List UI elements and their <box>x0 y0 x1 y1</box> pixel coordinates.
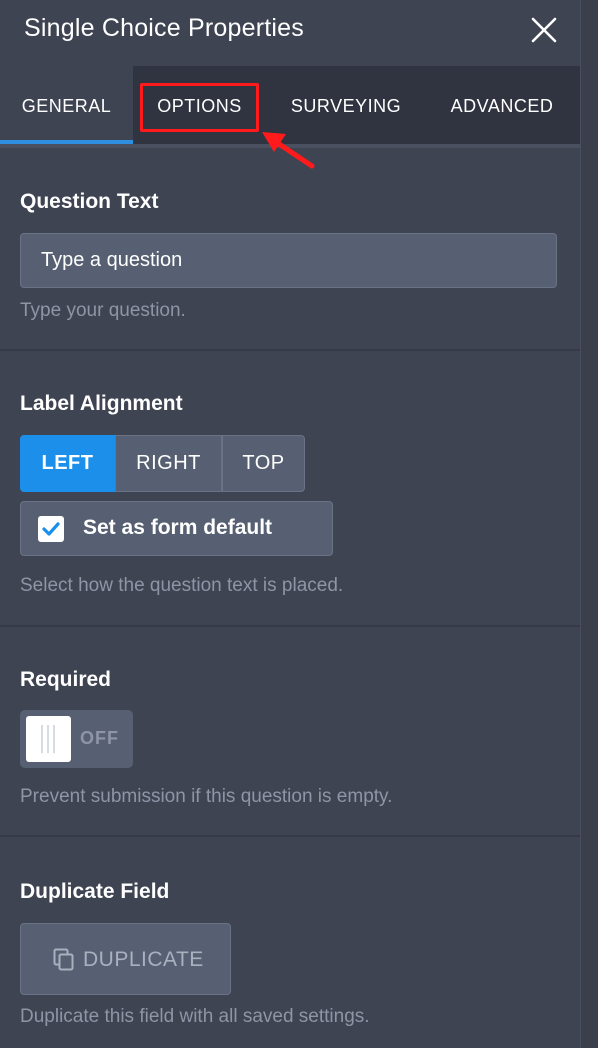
tab-advanced[interactable]: ADVANCED <box>430 66 574 146</box>
label-alignment-hint: Select how the question text is placed. <box>20 575 344 596</box>
duplicate-field-title: Duplicate Field <box>20 880 170 903</box>
question-text-title: Question Text <box>20 190 159 213</box>
label-alignment-title: Label Alignment <box>20 392 183 415</box>
panel-title: Single Choice Properties <box>24 14 304 42</box>
section-divider <box>0 349 580 351</box>
options-tab-highlight <box>140 83 259 132</box>
toggle-knob[interactable] <box>26 716 71 762</box>
required-title: Required <box>20 668 112 691</box>
align-left-button[interactable]: LEFT <box>20 435 115 492</box>
align-right-button[interactable]: RIGHT <box>115 435 222 492</box>
duplicate-button-label: DUPLICATE <box>83 948 204 971</box>
panel-header: Single Choice Properties <box>0 0 580 66</box>
tab-general[interactable]: GENERAL <box>0 66 133 146</box>
properties-panel: Single Choice Properties GENERAL OPTIONS… <box>0 0 580 1048</box>
question-text-input[interactable]: Type a question <box>20 233 557 288</box>
copy-icon <box>53 948 74 971</box>
close-icon[interactable] <box>528 14 560 46</box>
align-top-button[interactable]: TOP <box>222 435 305 492</box>
set-form-default-checkbox[interactable]: Set as form default <box>20 501 333 556</box>
red-arrow-icon <box>262 132 315 169</box>
question-text-hint: Type your question. <box>20 300 186 321</box>
required-hint: Prevent submission if this question is e… <box>20 786 393 807</box>
checkbox-checked-icon[interactable] <box>38 516 64 542</box>
scrollbar[interactable] <box>580 0 598 1048</box>
section-divider <box>0 625 580 627</box>
duplicate-button[interactable]: DUPLICATE <box>20 923 231 995</box>
required-toggle[interactable]: OFF <box>20 710 133 768</box>
duplicate-field-hint: Duplicate this field with all saved sett… <box>20 1006 370 1027</box>
set-form-default-label: Set as form default <box>83 516 273 539</box>
section-divider <box>0 835 580 837</box>
toggle-state-label: OFF <box>80 728 119 748</box>
